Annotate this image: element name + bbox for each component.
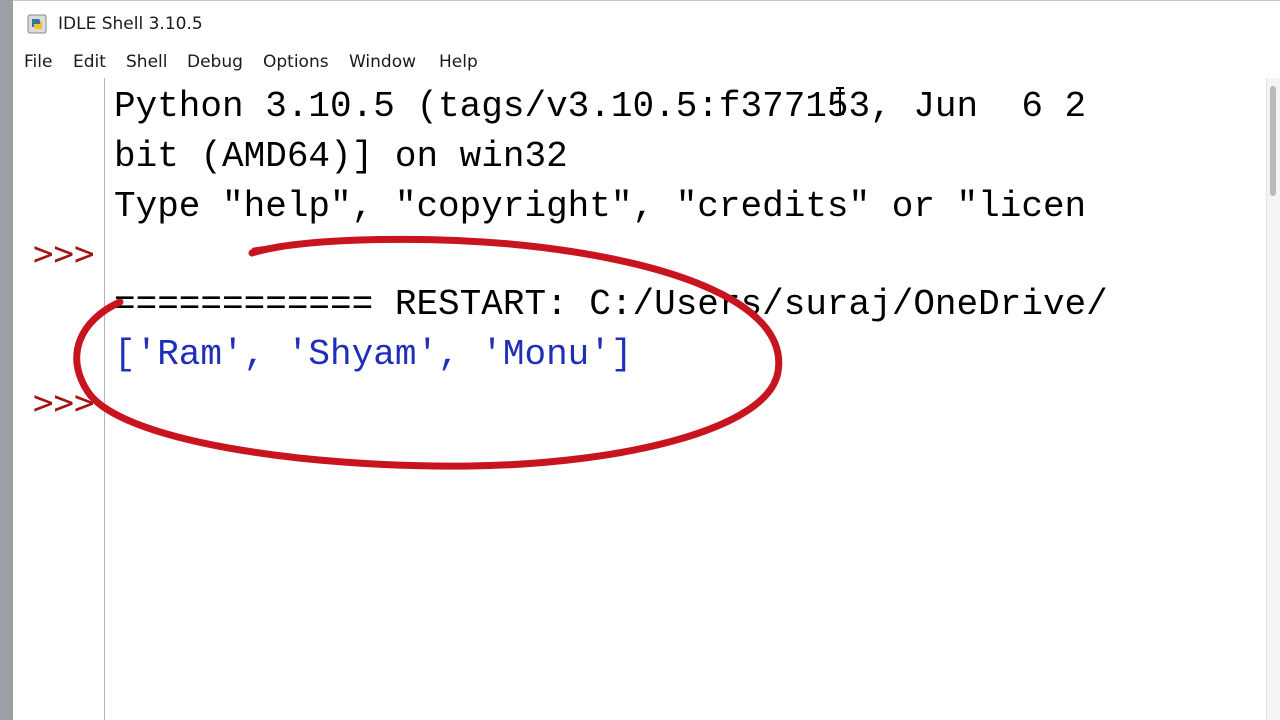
- shell-banner-line: Type "help", "copyright", "credits" or "…: [114, 186, 1087, 227]
- menu-edit[interactable]: Edit: [73, 52, 106, 72]
- title-bar[interactable]: IDLE Shell 3.10.5: [13, 0, 1280, 46]
- shell-prompt: >>>: [33, 234, 95, 274]
- scrollbar-thumb[interactable]: [1270, 86, 1276, 196]
- idle-shell-window: IDLE Shell 3.10.5 File Edit Shell Debug …: [0, 0, 1280, 720]
- menu-file[interactable]: File: [24, 52, 52, 72]
- restart-line: ============ RESTART: C:/Users/suraj/One…: [114, 284, 1108, 325]
- shell-banner-line: Python 3.10.5 (tags/v3.10.5:f377153, Jun…: [114, 86, 1087, 127]
- prompt-gutter: >>> >>>: [13, 78, 105, 720]
- menu-debug[interactable]: Debug: [187, 52, 243, 72]
- window-left-frame: [0, 0, 13, 720]
- menu-help[interactable]: Help: [439, 52, 478, 72]
- menu-window[interactable]: Window: [349, 52, 416, 72]
- shell-text-area[interactable]: Python 3.10.5 (tags/v3.10.5:f377153, Jun…: [106, 78, 1266, 720]
- text-cursor-icon: [836, 87, 844, 115]
- menu-options[interactable]: Options: [263, 52, 329, 72]
- window-title: IDLE Shell 3.10.5: [58, 14, 203, 34]
- program-output-line: ['Ram', 'Shyam', 'Monu']: [114, 334, 633, 375]
- menu-bar: File Edit Shell Debug Options Window Hel…: [13, 46, 1280, 78]
- vertical-scrollbar[interactable]: [1266, 78, 1280, 720]
- menu-shell[interactable]: Shell: [126, 52, 167, 72]
- shell-prompt: >>>: [33, 383, 95, 423]
- shell-banner-line: bit (AMD64)] on win32: [114, 136, 568, 177]
- python-icon: [26, 13, 48, 35]
